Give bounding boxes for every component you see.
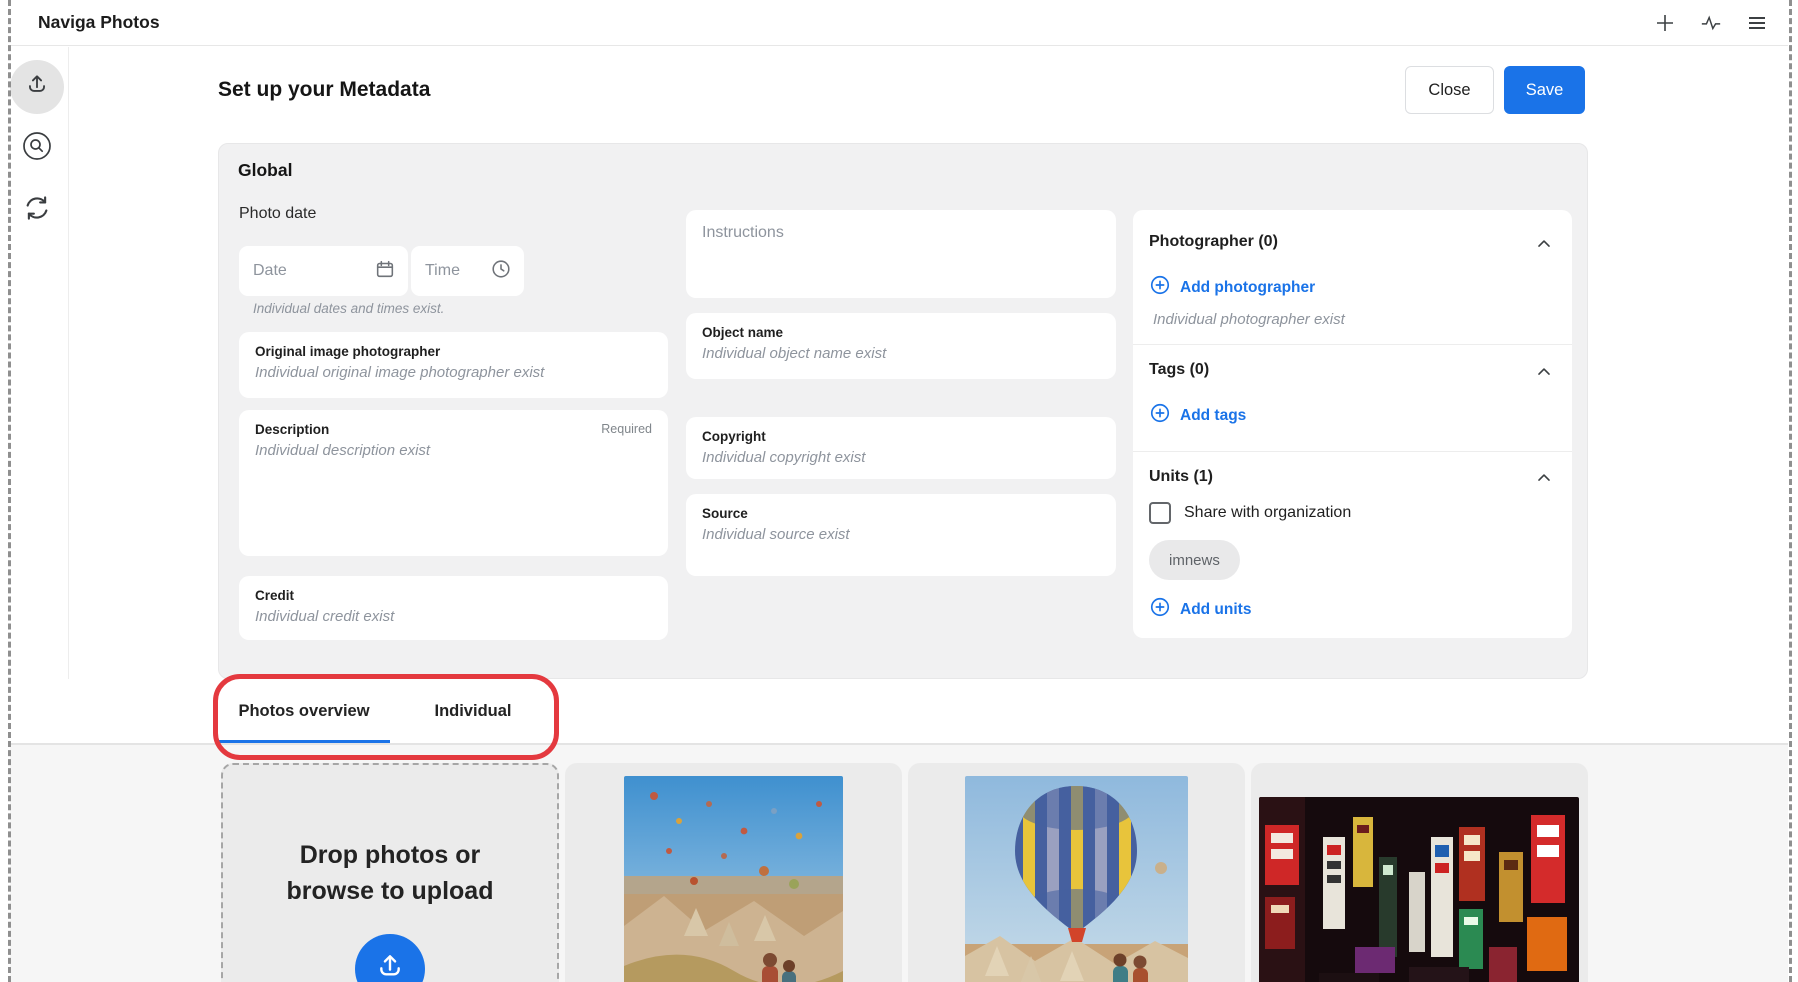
topbar-icons <box>1654 12 1788 34</box>
photo-card[interactable] <box>1251 763 1588 982</box>
upload-icon <box>24 72 50 103</box>
section-divider <box>1133 451 1572 452</box>
photo-thumbnail-tokyo-street <box>1259 797 1579 982</box>
unit-chip[interactable]: imnews <box>1149 540 1240 580</box>
original-photographer-label: Original image photographer <box>255 344 652 359</box>
add-circle-icon <box>1149 402 1171 429</box>
upload-icon <box>374 951 406 982</box>
copyright-placeholder: Individual copyright exist <box>702 449 1100 466</box>
photographer-helper: Individual photographer exist <box>1153 311 1345 328</box>
share-with-organization-checkbox[interactable] <box>1149 502 1171 524</box>
tab-individual[interactable]: Individual <box>408 679 538 743</box>
drop-photos-zone[interactable]: Drop photos or browse to upload <box>221 763 559 982</box>
units-section-title: Units (1) <box>1149 468 1213 486</box>
photo-thumbnail-balloon-closeup <box>965 776 1188 982</box>
left-toolbar <box>10 47 69 745</box>
tab-bar: Photos overview Individual <box>10 679 1788 745</box>
photo-card[interactable] <box>908 763 1245 982</box>
description-field[interactable]: Description Required Individual descript… <box>239 410 668 556</box>
naviga-photos-window: Naviga Photos <box>0 0 1798 982</box>
description-label: Description <box>255 422 329 437</box>
add-photographer-button[interactable]: Add photographer <box>1149 274 1315 301</box>
add-tags-label: Add tags <box>1180 407 1246 425</box>
photo-card[interactable] <box>565 763 902 982</box>
required-badge: Required <box>601 422 652 436</box>
global-metadata-card: Global Photo date Individual dates and t… <box>218 143 1588 679</box>
time-input[interactable] <box>425 262 490 280</box>
tags-section-title: Tags (0) <box>1149 361 1209 379</box>
date-field[interactable] <box>239 246 408 296</box>
instructions-field[interactable] <box>686 210 1116 298</box>
add-units-button[interactable]: Add units <box>1149 596 1251 623</box>
save-button[interactable]: Save <box>1504 66 1585 114</box>
tab-photos-overview[interactable]: Photos overview <box>218 679 390 743</box>
instructions-input[interactable] <box>686 210 1116 298</box>
plus-icon[interactable] <box>1654 12 1676 34</box>
sync-icon <box>22 193 52 228</box>
add-circle-icon <box>1149 596 1171 623</box>
metadata-sidebar-card: Photographer (0) Add photographer Indivi… <box>1133 210 1572 638</box>
clock-icon <box>490 258 512 285</box>
drop-photos-text: Drop photos or browse to upload <box>223 837 557 909</box>
photo-thumbnail-balloons-vista <box>624 776 843 982</box>
photos-overview-strip: Drop photos or browse to upload <box>10 745 1788 982</box>
chevron-up-icon[interactable] <box>1532 360 1556 384</box>
photographer-section-title: Photographer (0) <box>1149 233 1278 251</box>
global-section-title: Global <box>238 160 292 181</box>
object-name-label: Object name <box>702 325 1100 340</box>
screenshot-dashed-border-right <box>1789 0 1792 982</box>
app-title: Naviga Photos <box>38 12 160 33</box>
close-button[interactable]: Close <box>1405 66 1494 114</box>
section-divider <box>1133 344 1572 345</box>
sidebar-item-sync[interactable] <box>21 194 53 226</box>
menu-icon[interactable] <box>1746 12 1768 34</box>
browse-upload-button[interactable] <box>355 934 425 982</box>
sidebar-item-search[interactable] <box>21 132 53 164</box>
credit-placeholder: Individual credit exist <box>255 608 652 625</box>
calendar-icon <box>374 258 396 285</box>
date-input[interactable] <box>253 262 374 280</box>
source-field[interactable]: Source Individual source exist <box>686 494 1116 576</box>
share-with-organization-label: Share with organization <box>1184 504 1351 522</box>
photo-date-label: Photo date <box>239 205 316 223</box>
add-tags-button[interactable]: Add tags <box>1149 402 1246 429</box>
object-name-placeholder: Individual object name exist <box>702 345 1100 362</box>
add-photographer-label: Add photographer <box>1180 279 1315 297</box>
copyright-field[interactable]: Copyright Individual copyright exist <box>686 417 1116 479</box>
activity-icon[interactable] <box>1700 12 1722 34</box>
share-with-organization-row[interactable]: Share with organization <box>1149 502 1351 524</box>
credit-label: Credit <box>255 588 652 603</box>
top-bar: Naviga Photos <box>10 0 1788 46</box>
source-label: Source <box>702 506 1100 521</box>
screenshot-dashed-border-left <box>8 0 11 982</box>
source-placeholder: Individual source exist <box>702 526 1100 543</box>
original-photographer-placeholder: Individual original image photographer e… <box>255 364 652 381</box>
copyright-label: Copyright <box>702 429 1100 444</box>
time-field[interactable] <box>411 246 524 296</box>
search-icon <box>21 130 53 167</box>
add-units-label: Add units <box>1180 601 1251 619</box>
object-name-field[interactable]: Object name Individual object name exist <box>686 313 1116 379</box>
chevron-up-icon[interactable] <box>1532 466 1556 490</box>
original-photographer-field[interactable]: Original image photographer Individual o… <box>239 332 668 398</box>
page-title: Set up your Metadata <box>218 78 430 102</box>
credit-field[interactable]: Credit Individual credit exist <box>239 576 668 640</box>
sidebar-item-upload[interactable] <box>10 60 64 114</box>
photo-date-helper: Individual dates and times exist. <box>253 301 444 316</box>
active-tab-underline <box>218 740 390 743</box>
add-circle-icon <box>1149 274 1171 301</box>
chevron-up-icon[interactable] <box>1532 232 1556 256</box>
description-placeholder: Individual description exist <box>255 442 652 459</box>
